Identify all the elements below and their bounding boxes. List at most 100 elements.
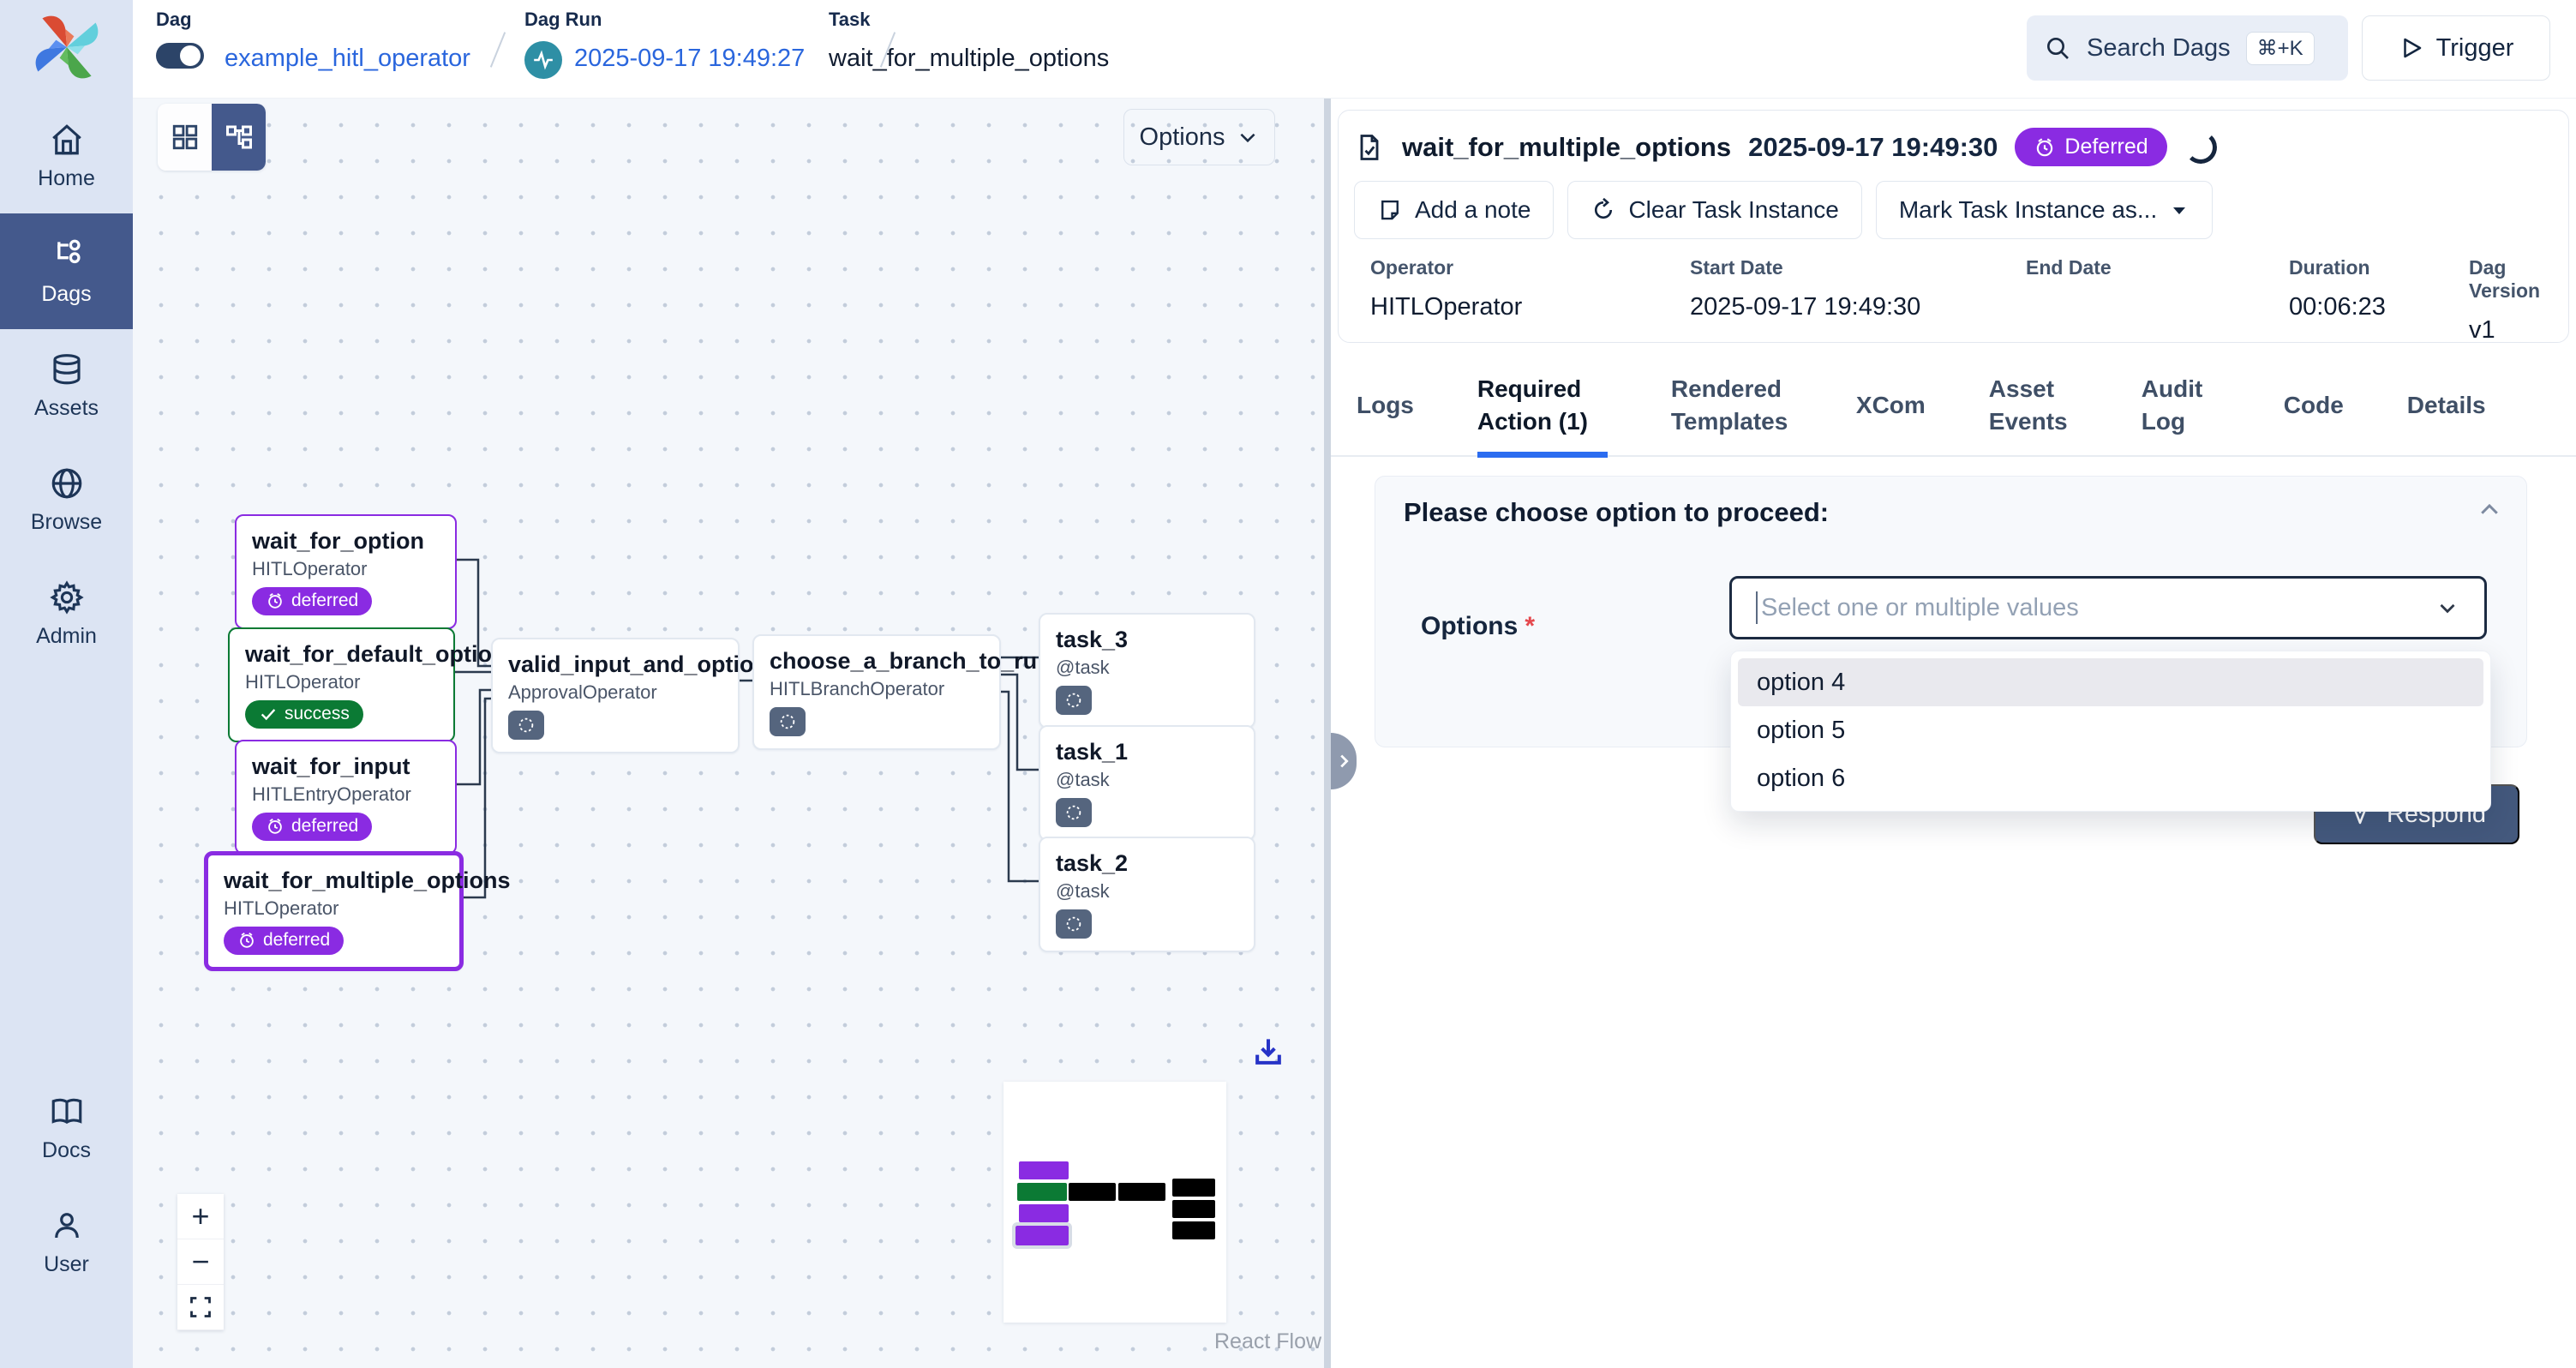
note-icon	[1377, 197, 1403, 223]
sidebar-item-label: Admin	[36, 624, 97, 649]
task-instance-header-card: wait_for_multiple_options 2025-09-17 19:…	[1338, 110, 2569, 343]
search-dags-button[interactable]: Search Dags ⌘+K	[2027, 15, 2348, 81]
zoom-in-button[interactable]: +	[177, 1194, 224, 1239]
breadcrumb-dag-link[interactable]: example_hitl_operator	[225, 45, 470, 73]
dropdown-option[interactable]: option 5	[1738, 706, 2483, 754]
graph-minimap[interactable]	[1003, 1082, 1226, 1323]
download-graph-icon[interactable]	[1249, 1033, 1287, 1071]
add-note-button[interactable]: Add a note	[1354, 181, 1554, 239]
node-title: wait_for_multiple_options	[224, 867, 444, 894]
globe-icon	[49, 465, 85, 501]
node-operator: HITLEntryOperator	[252, 783, 440, 806]
tab-xcom[interactable]: XCom	[1856, 355, 1926, 456]
dropdown-option[interactable]: option 4	[1738, 658, 2483, 706]
no-status-icon	[1056, 686, 1092, 715]
grid-view-button[interactable]	[158, 104, 212, 171]
clock-icon	[266, 591, 285, 610]
fit-view-button[interactable]	[177, 1285, 224, 1330]
node-operator: @task	[1056, 657, 1238, 679]
sidebar-item-label: Dags	[41, 282, 91, 307]
task-node-wait-for-option[interactable]: wait_for_option HITLOperator deferred	[235, 514, 457, 629]
graph-view-button[interactable]	[212, 104, 266, 171]
node-operator: @task	[1056, 769, 1238, 791]
task-doc-icon	[1354, 132, 1385, 163]
dag-pause-toggle[interactable]	[156, 43, 204, 69]
play-icon	[2399, 35, 2424, 61]
clear-task-instance-button[interactable]: Clear Task Instance	[1567, 181, 1861, 239]
no-status-icon	[770, 707, 806, 736]
sidebar-item-assets[interactable]: Assets	[0, 329, 133, 443]
task-node-task-3[interactable]: task_3 @task	[1039, 613, 1255, 729]
panel-resize-divider[interactable]	[1324, 99, 1331, 1368]
task-node-task-2[interactable]: task_2 @task	[1039, 837, 1255, 952]
tab-asset-events[interactable]: Asset Events	[1989, 355, 2078, 456]
node-operator: HITLOperator	[224, 897, 444, 920]
tab-code[interactable]: Code	[2284, 355, 2344, 456]
chevron-down-icon	[1237, 126, 1259, 148]
options-label: Options	[1140, 123, 1225, 152]
zoom-out-button[interactable]: −	[177, 1239, 224, 1285]
sidebar-item-user[interactable]: User	[0, 1185, 133, 1299]
clock-icon	[266, 817, 285, 836]
task-instance-tabs: Logs Required Action (1) Rendered Templa…	[1331, 356, 2576, 457]
breadcrumb-dagrun-link[interactable]: 2025-09-17 19:49:27	[574, 45, 805, 73]
tab-logs[interactable]: Logs	[1357, 355, 1414, 456]
node-title: task_1	[1056, 739, 1238, 765]
meta-end-date: End Date	[2026, 256, 2112, 293]
task-node-wait-for-input[interactable]: wait_for_input HITLEntryOperator deferre…	[235, 740, 457, 855]
minimap-node-selected	[1015, 1226, 1069, 1245]
select-placeholder: Select one or multiple values	[1761, 594, 2435, 622]
task-node-valid-input-and-options[interactable]: valid_input_and_options ApprovalOperator	[491, 638, 740, 753]
sidebar-item-label: Assets	[34, 396, 99, 421]
task-node-task-1[interactable]: task_1 @task	[1039, 725, 1255, 841]
node-title: valid_input_and_options	[508, 651, 722, 678]
sidebar-item-browse[interactable]: Browse	[0, 443, 133, 557]
sidebar-item-label: Docs	[42, 1138, 91, 1163]
react-flow-attribution: React Flow	[1214, 1329, 1321, 1354]
no-status-icon	[1056, 909, 1092, 939]
graph-options-button[interactable]: Options	[1123, 109, 1275, 165]
node-title: wait_for_input	[252, 753, 440, 780]
node-operator: HITLBranchOperator	[770, 678, 984, 700]
node-title: choose_a_branch_to_run	[770, 648, 984, 675]
tab-audit-log[interactable]: Audit Log	[2142, 355, 2220, 456]
zoom-controls: + −	[177, 1194, 224, 1330]
check-icon	[259, 705, 278, 723]
options-dropdown-menu: option 4 option 5 option 6	[1730, 651, 2491, 812]
sidebar-item-admin[interactable]: Admin	[0, 557, 133, 671]
task-node-choose-a-branch-to-run[interactable]: choose_a_branch_to_run HITLBranchOperato…	[752, 634, 1001, 750]
meta-dag-version: Dag Version v1	[2469, 256, 2544, 345]
dropdown-option[interactable]: option 6	[1738, 754, 2483, 802]
options-multiselect-input[interactable]: Select one or multiple values	[1729, 576, 2487, 639]
chevron-right-icon	[1334, 752, 1353, 771]
node-operator: HITLOperator	[252, 558, 440, 580]
sidebar-item-home[interactable]: Home	[0, 99, 133, 213]
search-shortcut-kbd: ⌘+K	[2246, 32, 2315, 65]
tab-details[interactable]: Details	[2407, 355, 2486, 456]
task-node-wait-for-multiple-options[interactable]: wait_for_multiple_options HITLOperator d…	[204, 851, 464, 971]
mark-task-instance-as-button[interactable]: Mark Task Instance as...	[1876, 181, 2213, 239]
sidebar: Home Dags Assets Browse Ad	[0, 0, 133, 1368]
task-instance-panel: wait_for_multiple_options 2025-09-17 19:…	[1331, 99, 2576, 1368]
database-icon	[49, 351, 85, 387]
tab-required-action[interactable]: Required Action (1)	[1477, 355, 1608, 456]
breadcrumb-dag-label: Dag	[156, 9, 192, 31]
chevron-down-icon[interactable]	[2435, 595, 2460, 621]
clock-icon	[237, 931, 256, 950]
sidebar-item-dags[interactable]: Dags	[0, 213, 133, 329]
home-icon	[49, 122, 85, 158]
trigger-button[interactable]: Trigger	[2362, 15, 2550, 81]
task-node-wait-for-default-option[interactable]: wait_for_default_option HITLOperator suc…	[228, 627, 455, 742]
chevron-up-icon[interactable]	[2477, 497, 2502, 523]
options-field-label: Options*	[1421, 612, 1535, 641]
dag-graph-canvas[interactable]: Options wait_for_option HITLOperator def…	[133, 99, 1324, 1368]
user-icon	[49, 1208, 85, 1244]
tab-rendered-templates[interactable]: Rendered Templates	[1671, 355, 1793, 456]
no-status-icon	[1056, 798, 1092, 827]
trigger-label: Trigger	[2436, 34, 2514, 63]
gear-icon	[49, 579, 85, 615]
sidebar-item-docs[interactable]: Docs	[0, 1071, 133, 1185]
node-title: wait_for_default_option	[245, 641, 438, 668]
state-badge: success	[245, 700, 363, 729]
minimap-node	[1172, 1179, 1215, 1197]
